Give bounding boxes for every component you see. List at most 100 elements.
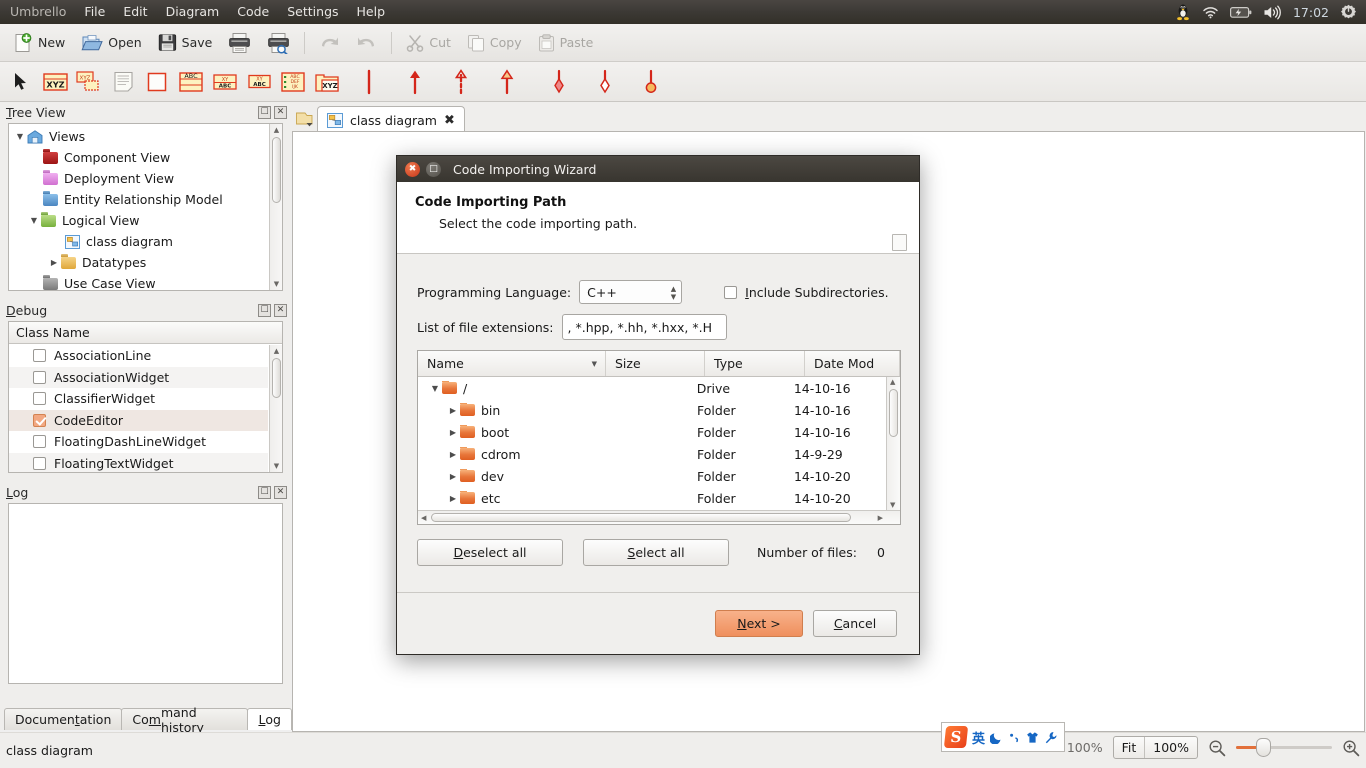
column-header-size[interactable]: Size: [606, 351, 705, 376]
scroll-left-arrow-icon[interactable]: ◀: [421, 514, 426, 522]
scroll-right-arrow-icon[interactable]: ▶: [878, 514, 883, 522]
tab-command-history[interactable]: Co m mand history: [121, 705, 249, 735]
log-float-icon[interactable]: ☐: [258, 486, 271, 499]
save-button[interactable]: Save: [151, 29, 220, 57]
ime-mode-label[interactable]: 英: [972, 728, 985, 747]
comma-icon[interactable]: [1008, 731, 1021, 744]
tab-log[interactable]: Log: [247, 708, 292, 730]
debug-row-checkbox[interactable]: [33, 392, 46, 406]
debug-row-checkbox[interactable]: [33, 456, 46, 470]
debug-row-checkbox[interactable]: [33, 435, 46, 449]
zoom-slider-handle[interactable]: [1256, 738, 1271, 757]
hollow-diamond-icon[interactable]: [590, 66, 620, 98]
menu-code[interactable]: Code: [228, 1, 278, 23]
abc-def-list-icon[interactable]: ABC DEF IJK: [278, 66, 308, 98]
table-row[interactable]: CodeEditor: [9, 409, 268, 431]
cancel-button[interactable]: Cancel: [813, 610, 897, 637]
circle-end-icon[interactable]: [636, 66, 666, 98]
tab-documentation[interactable]: Documen t ation: [4, 708, 123, 730]
menu-settings[interactable]: Settings: [278, 1, 347, 23]
scroll-down-arrow-icon[interactable]: ▼: [272, 461, 281, 471]
expand-arrow-down-icon[interactable]: ▼: [428, 384, 442, 393]
file-list-rows[interactable]: ▼ / Drive 14-10-16 ▶ bin Folder 14-10-16…: [418, 377, 886, 510]
table-row[interactable]: AssociationLine: [9, 345, 268, 367]
zoom-in-icon[interactable]: [1342, 739, 1360, 757]
tree-item-datatypes[interactable]: ▶ Datatypes: [9, 252, 268, 273]
sogou-logo-icon[interactable]: S: [943, 726, 969, 748]
line-tool-icon[interactable]: [354, 66, 384, 98]
expand-arrow-right-icon[interactable]: ▶: [446, 494, 460, 503]
object-xyz-icon[interactable]: XYZ: [40, 66, 70, 98]
scroll-down-arrow-icon[interactable]: ▼: [890, 501, 895, 509]
debug-column-header[interactable]: Class Name: [9, 322, 282, 344]
filled-diamond-icon[interactable]: [544, 66, 574, 98]
wrench-icon[interactable]: [1044, 731, 1057, 744]
dashed-arrow-up-icon[interactable]: [446, 66, 476, 98]
window-maximize-icon[interactable]: □: [426, 161, 441, 177]
next-button[interactable]: Next >: [715, 610, 803, 637]
dialog-titlebar[interactable]: ✖ □ Code Importing Wizard: [397, 156, 919, 182]
shirt-icon[interactable]: [1026, 731, 1039, 744]
actor-note-icon[interactable]: XYZ: [74, 66, 104, 98]
expand-arrow-right-icon[interactable]: ▶: [446, 428, 460, 437]
tree-item-logical-view[interactable]: ▼ Logical View: [9, 210, 268, 231]
new-button[interactable]: New: [6, 29, 72, 57]
paste-button[interactable]: Paste: [531, 29, 601, 57]
print-button[interactable]: [221, 29, 258, 57]
include-subdirectories-checkbox[interactable]: [724, 285, 738, 299]
xy-abc-small-icon[interactable]: XY ABC: [244, 66, 274, 98]
programming-language-spinbox[interactable]: C++ ▲ ▼: [579, 280, 683, 304]
file-list-vscroll-thumb[interactable]: [889, 389, 898, 437]
folder-xyz-icon[interactable]: XYZ: [312, 66, 342, 98]
column-header-date-modified[interactable]: Date Mod: [805, 351, 900, 376]
table-row[interactable]: ClassifierWidget: [9, 388, 268, 410]
debug-close-icon[interactable]: ✕: [274, 304, 287, 317]
menu-diagram[interactable]: Diagram: [157, 1, 229, 23]
include-subdirectories-row[interactable]: Include Subdirectories.: [724, 285, 889, 300]
arrow-up-icon[interactable]: [400, 66, 430, 98]
tree-view-list[interactable]: ▼ Views Component View Deployment View E…: [9, 126, 268, 290]
tree-item-entity-relationship-model[interactable]: Entity Relationship Model: [9, 189, 268, 210]
log-close-icon[interactable]: ✕: [274, 486, 287, 499]
spin-down-arrow-icon[interactable]: ▼: [671, 293, 676, 300]
table-row[interactable]: ▼ / Drive 14-10-16: [418, 377, 886, 399]
menu-file[interactable]: File: [75, 1, 114, 23]
wifi-icon[interactable]: [1202, 5, 1219, 19]
expand-arrow-right-icon[interactable]: ▶: [446, 406, 460, 415]
debug-scroll-thumb[interactable]: [272, 358, 281, 398]
select-all-button[interactable]: Select all: [583, 539, 729, 566]
scroll-up-arrow-icon[interactable]: ▲: [272, 125, 281, 135]
moon-icon[interactable]: [990, 731, 1003, 744]
deselect-all-button[interactable]: Deselect all: [417, 539, 563, 566]
power-gear-icon[interactable]: [1340, 4, 1357, 21]
zoom-slider[interactable]: [1236, 738, 1332, 757]
note-icon[interactable]: [108, 66, 138, 98]
tab-class-diagram[interactable]: class diagram ✖: [317, 106, 465, 134]
fit-button[interactable]: Fit: [1114, 737, 1145, 758]
tree-view-scroll-thumb[interactable]: [272, 137, 281, 203]
table-row[interactable]: AssociationWidget: [9, 366, 268, 388]
tab-list-icon[interactable]: [291, 104, 317, 134]
expand-arrow-down-icon[interactable]: ▼: [27, 216, 41, 225]
open-button[interactable]: Open: [74, 29, 148, 57]
column-header-name[interactable]: Name ▼: [418, 351, 606, 376]
expand-arrow-down-icon[interactable]: ▼: [13, 132, 27, 141]
debug-row-checkbox[interactable]: [33, 349, 46, 363]
expand-arrow-right-icon[interactable]: ▶: [446, 472, 460, 481]
box-icon[interactable]: [142, 66, 172, 98]
copy-button[interactable]: Copy: [460, 29, 529, 57]
log-panel[interactable]: [8, 503, 283, 684]
debug-row-checkbox[interactable]: [33, 370, 46, 384]
tree-view-panel[interactable]: ▼ Views Component View Deployment View E…: [8, 123, 283, 291]
sogou-ime-toolbar[interactable]: S 英: [941, 722, 1065, 752]
debug-row-checkbox[interactable]: [33, 413, 46, 427]
zoom-out-icon[interactable]: [1208, 739, 1226, 757]
tray-clock[interactable]: 17:02: [1293, 5, 1329, 20]
print-preview-button[interactable]: [260, 29, 297, 57]
scroll-down-arrow-icon[interactable]: ▼: [272, 279, 281, 289]
abc-class-icon[interactable]: ABC: [176, 66, 206, 98]
volume-icon[interactable]: [1263, 5, 1282, 20]
tree-view-scrollbar[interactable]: ▲ ▼: [269, 124, 282, 290]
tree-item-deployment-view[interactable]: Deployment View: [9, 168, 268, 189]
table-row[interactable]: ▶ cdrom Folder 14-9-29: [418, 443, 886, 465]
